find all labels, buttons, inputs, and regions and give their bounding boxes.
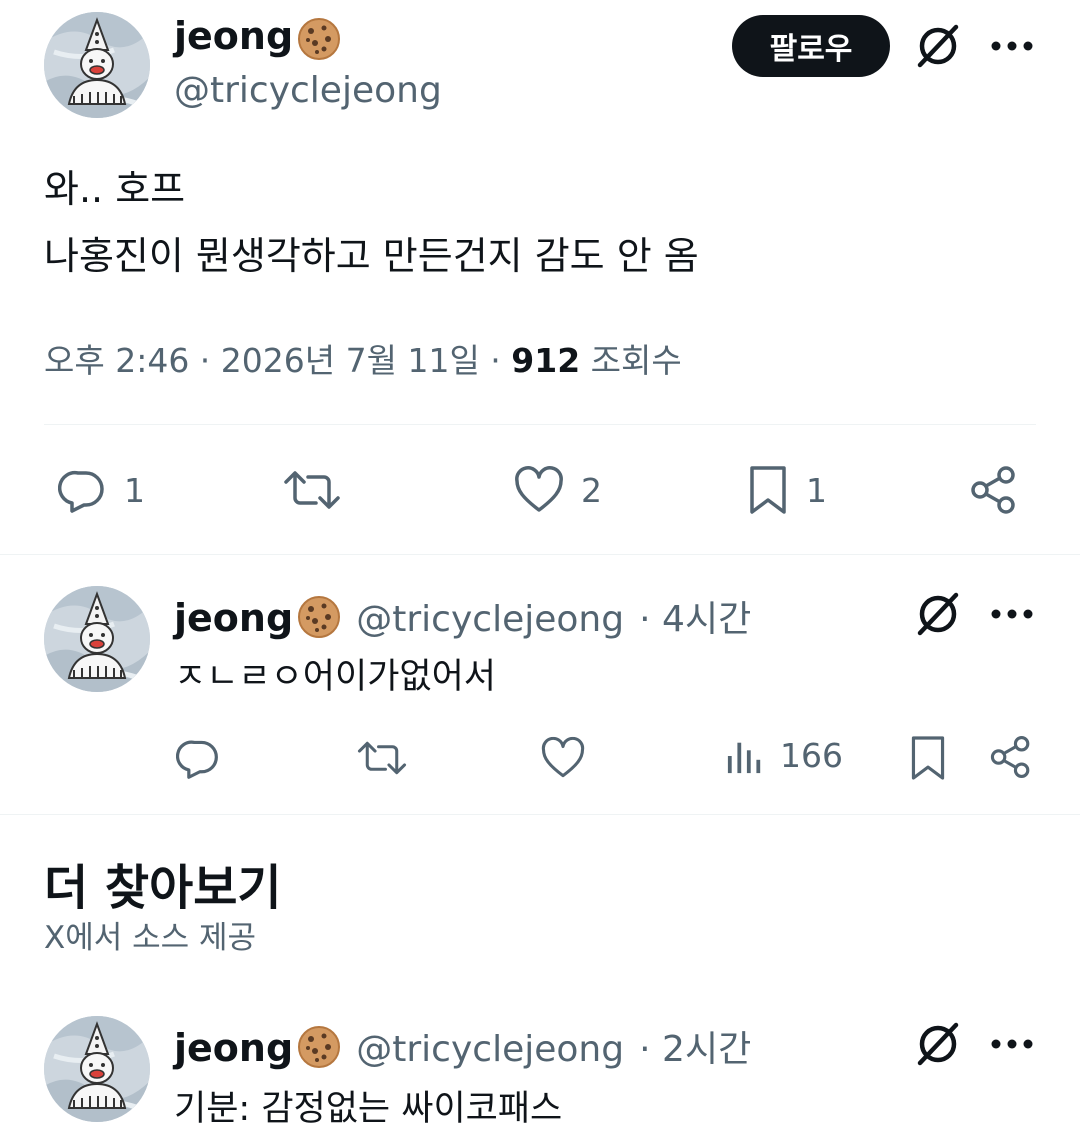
tweet-time[interactable]: 오후 2:46 · 2026년 7월 11일 · (44, 341, 511, 380)
suggested-text: 기분: 감정없는 싸이코패스 (174, 1089, 563, 1129)
reply-avatar[interactable] (44, 586, 150, 692)
reply-view-count: 166 (780, 736, 843, 775)
divider (44, 424, 1036, 425)
avatar-image (44, 12, 150, 118)
reply-icon (176, 736, 220, 780)
like-icon (540, 736, 586, 780)
retweet-icon (282, 466, 342, 514)
suggested-avatar[interactable] (44, 1016, 150, 1122)
reply-time[interactable]: · 4시간 (639, 599, 751, 640)
views-icon (726, 737, 764, 775)
divider (0, 814, 1080, 815)
avatar-image (44, 1016, 150, 1122)
share-icon (968, 464, 1020, 516)
reply-share-button[interactable] (988, 734, 1034, 780)
reply-header: jeong @tricyclejeong · 4시간 (174, 590, 751, 642)
suggested-handle[interactable]: @tricyclejeong (356, 1029, 624, 1070)
reply-icon (58, 466, 106, 514)
reply-text: ㅈㄴㄹㅇ어이가없어서 (174, 657, 497, 697)
follow-button[interactable]: 팔로우 (732, 15, 890, 77)
cookie-emoji-icon (297, 1025, 341, 1069)
grok-icon[interactable] (914, 1020, 962, 1068)
share-icon (988, 734, 1034, 780)
bookmark-button[interactable]: 1 (746, 464, 827, 516)
like-icon (513, 466, 565, 514)
reply-handle[interactable]: @tricyclejeong (356, 599, 624, 640)
more-icon[interactable] (990, 608, 1034, 620)
like-button[interactable]: 2 (513, 466, 602, 514)
grok-icon[interactable] (914, 22, 962, 70)
suggested-display-name[interactable]: jeong (174, 1026, 293, 1070)
tweet-meta: 오후 2:46 · 2026년 7월 11일 · 912 조회수 (44, 334, 682, 382)
section-title: 더 찾아보기 (44, 860, 282, 916)
suggested-time[interactable]: · 2시간 (639, 1029, 751, 1070)
retweet-icon (356, 736, 408, 780)
reply-display-name[interactable]: jeong (174, 596, 293, 640)
reply-button[interactable]: 1 (58, 466, 145, 514)
view-count: 912 (511, 341, 581, 380)
avatar[interactable] (44, 12, 150, 118)
more-icon[interactable] (990, 40, 1034, 52)
section-subtitle: X에서 소스 제공 (44, 920, 257, 956)
reply-like-button[interactable] (540, 736, 586, 780)
bookmark-count: 1 (806, 470, 827, 510)
bookmark-icon (908, 734, 948, 782)
like-count: 2 (581, 470, 602, 510)
cookie-emoji-icon (297, 17, 341, 61)
reply-retweet-button[interactable] (356, 736, 408, 780)
avatar-image (44, 586, 150, 692)
display-name[interactable]: jeong (174, 14, 341, 61)
reply-bookmark-button[interactable] (908, 734, 948, 782)
cookie-emoji-icon (297, 595, 341, 639)
more-icon[interactable] (990, 1038, 1034, 1050)
tweet-text: 와.. 호프 나홍진이 뭔생각하고 만든건지 감도 안 옴 (44, 160, 699, 285)
grok-icon[interactable] (914, 590, 962, 638)
reply-views[interactable]: 166 (726, 736, 843, 775)
reply-reply-button[interactable] (176, 736, 220, 780)
suggested-header: jeong @tricyclejeong · 2시간 (174, 1020, 751, 1072)
handle[interactable]: @tricyclejeong (174, 70, 442, 111)
divider (0, 554, 1080, 555)
reply-count: 1 (124, 470, 145, 510)
tweet-text-line1: 와.. 호프 (44, 167, 186, 211)
retweet-button[interactable] (282, 466, 342, 514)
tweet-text-line2: 나홍진이 뭔생각하고 만든건지 감도 안 옴 (44, 234, 699, 278)
share-button[interactable] (968, 464, 1020, 516)
bookmark-icon (746, 464, 790, 516)
view-label: 조회수 (580, 341, 682, 380)
